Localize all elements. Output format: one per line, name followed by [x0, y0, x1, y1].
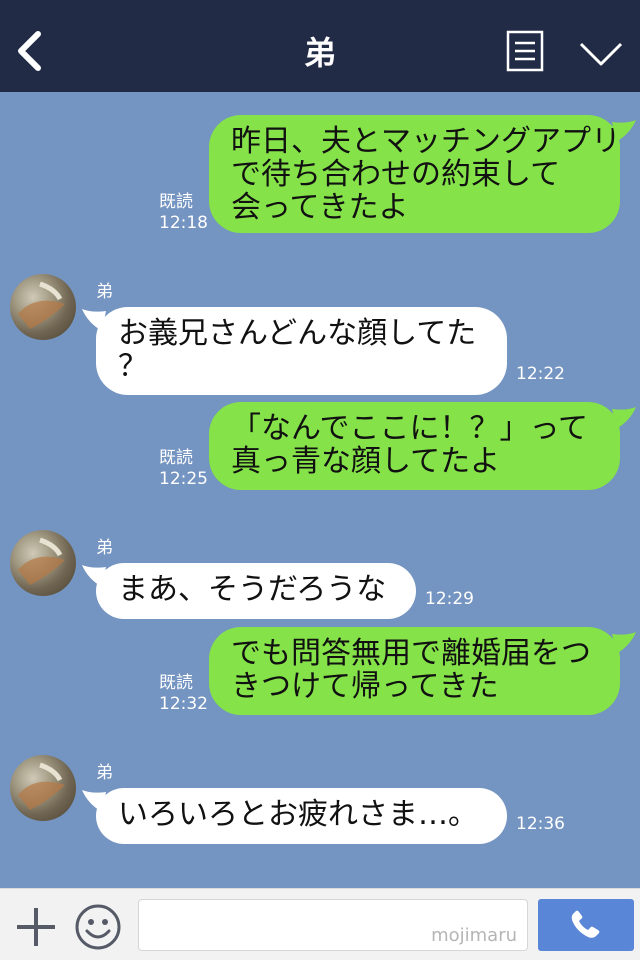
message-bubble[interactable]: でも問答無用で離婚届をつ きつけて帰ってきた [209, 627, 620, 715]
message-time: 12:32 [159, 694, 208, 714]
read-receipt: 既読 [159, 448, 193, 468]
phone-icon [571, 910, 600, 938]
message-time: 12:29 [425, 589, 474, 609]
sender-name: 弟 [96, 763, 113, 783]
avatar[interactable] [10, 530, 76, 596]
chat-header: 弟 [0, 0, 640, 92]
message-bubble[interactable]: いろいろとお疲れさま…。 [96, 788, 507, 844]
message-time: 12:18 [159, 213, 208, 233]
menu-icon[interactable] [506, 30, 544, 72]
message-meta: 既読 12:18 [159, 192, 208, 234]
avatar[interactable] [10, 755, 76, 821]
sender-name: 弟 [96, 282, 113, 302]
bubble-tail [612, 120, 636, 142]
message-bubble[interactable]: まあ、そうだろうな [96, 563, 416, 619]
input-bar: mojimaru [0, 888, 640, 960]
bubble-tail [612, 632, 636, 654]
plus-icon[interactable] [14, 905, 58, 949]
message-input[interactable]: mojimaru [138, 899, 528, 951]
watermark: mojimaru [431, 925, 517, 946]
message-time: 12:22 [516, 364, 565, 384]
smile-icon[interactable] [74, 903, 122, 951]
message-meta: 既読 12:32 [159, 673, 208, 715]
sender-name: 弟 [96, 538, 113, 558]
chevron-down-icon[interactable] [578, 40, 624, 68]
message-bubble[interactable]: 昨日、夫とマッチングアプリ で待ち合わせの約束して 会ってきたよ [209, 115, 621, 233]
message-time: 12:25 [159, 469, 208, 489]
message-time: 12:36 [516, 814, 565, 834]
read-receipt: 既読 [159, 673, 193, 693]
avatar[interactable] [10, 274, 76, 340]
read-receipt: 既読 [159, 192, 193, 212]
message-bubble[interactable]: お義兄さんどんな顔してた ？ [96, 307, 507, 395]
message-bubble[interactable]: 「なんでここに！？」って 真っ青な顔してたよ [209, 402, 620, 490]
call-button[interactable] [538, 899, 634, 951]
chat-title: 弟 [303, 34, 336, 72]
message-meta: 既読 12:25 [159, 448, 208, 490]
bubble-tail [612, 407, 636, 429]
